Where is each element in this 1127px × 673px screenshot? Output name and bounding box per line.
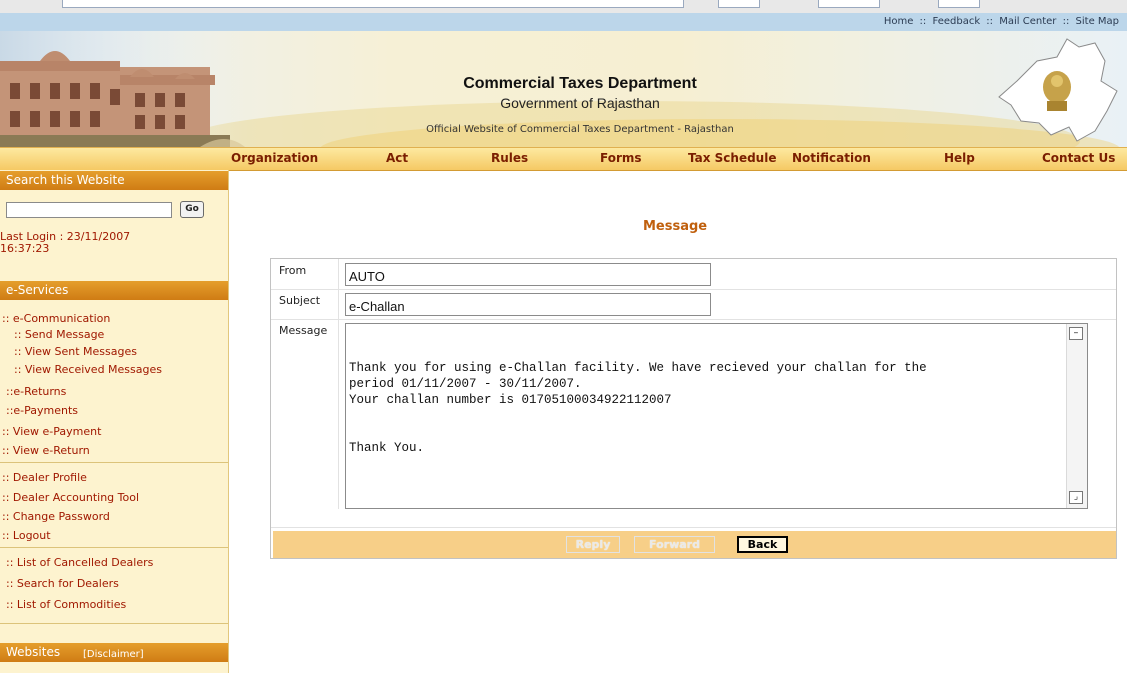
mail-center-link[interactable]: Mail Center <box>999 16 1056 27</box>
scroll-up-icon[interactable]: – <box>1069 327 1083 340</box>
nav-notification[interactable]: Notification <box>792 151 871 165</box>
from-field[interactable]: AUTO <box>345 263 711 286</box>
sidebar-item-view-sent-messages[interactable]: :: View Sent Messages <box>14 345 137 358</box>
sidebar-item-logout[interactable]: :: Logout <box>2 529 51 542</box>
top-links-bar: Home :: Feedback :: Mail Center :: Site … <box>0 13 1127 31</box>
from-label: From <box>279 264 307 277</box>
eservices-heading-label: e-Services <box>6 283 69 297</box>
subject-field[interactable]: e-Challan <box>345 293 711 316</box>
subject-row: Subject e-Challan <box>271 289 1116 320</box>
page-tagline: Official Website of Commercial Taxes Dep… <box>426 124 734 135</box>
sidebar-item-view-e-return[interactable]: :: View e-Return <box>2 444 90 457</box>
nav-contact-us[interactable]: Contact Us <box>1042 151 1115 165</box>
nav-help[interactable]: Help <box>944 151 975 165</box>
nav-organization[interactable]: Organization <box>231 151 318 165</box>
toolbar-fragment <box>938 0 980 8</box>
message-title: Message <box>643 219 708 234</box>
sidebar-divider <box>0 462 228 463</box>
go-button[interactable]: Go <box>180 201 204 218</box>
message-form: From AUTO Subject e-Challan Message Than… <box>270 258 1117 559</box>
sidebar-item-dealer-profile[interactable]: :: Dealer Profile <box>2 471 87 484</box>
home-link[interactable]: Home <box>884 16 914 27</box>
search-heading-label: Search this Website <box>6 173 125 187</box>
nav-forms[interactable]: Forms <box>600 151 642 165</box>
last-login-time: 16:37:23 <box>0 242 50 255</box>
sidebar-item-dealer-accounting-tool[interactable]: :: Dealer Accounting Tool <box>2 491 139 504</box>
reply-button[interactable]: Reply <box>566 536 620 553</box>
address-bar-fragment[interactable] <box>62 0 684 8</box>
search-input[interactable] <box>6 202 172 218</box>
separator: :: <box>919 16 927 27</box>
scrollbar[interactable]: – ⌟ <box>1066 324 1087 508</box>
top-links: Home :: Feedback :: Mail Center :: Site … <box>884 16 1119 27</box>
message-label: Message <box>279 324 328 337</box>
sidebar-item-e-communication[interactable]: :: e-Communication <box>2 312 110 325</box>
header-banner: Commercial Taxes Department Government o… <box>0 31 1127 147</box>
sidebar-divider <box>0 623 228 624</box>
sidebar-item-commodities[interactable]: :: List of Commodities <box>6 598 126 611</box>
forward-button[interactable]: Forward <box>634 536 715 553</box>
subject-label: Subject <box>279 294 321 307</box>
nav-tax-schedule[interactable]: Tax Schedule <box>688 151 776 165</box>
sidebar-item-change-password[interactable]: :: Change Password <box>2 510 110 523</box>
page-title: Commercial Taxes Department <box>463 75 697 92</box>
sidebar: Search this Website Go Last Login : 23/1… <box>0 170 229 673</box>
sidebar-item-cancelled-dealers[interactable]: :: List of Cancelled Dealers <box>6 556 153 569</box>
page-subtitle: Government of Rajasthan <box>500 95 660 111</box>
toolbar-fragment <box>718 0 760 8</box>
search-heading: Search this Website <box>0 171 228 190</box>
sidebar-item-e-returns[interactable]: ::e-Returns <box>6 385 66 398</box>
websites-heading-label: Websites <box>6 645 61 659</box>
sidebar-divider <box>0 547 228 548</box>
sidebar-item-view-e-payment[interactable]: :: View e-Payment <box>2 425 101 438</box>
message-body[interactable]: Thank you for using e-Challan facility. … <box>345 323 1088 509</box>
back-button[interactable]: Back <box>737 536 788 553</box>
disclaimer-link[interactable]: [Disclaimer] <box>83 649 144 660</box>
sidebar-item-send-message[interactable]: :: Send Message <box>14 328 104 341</box>
action-bar: Reply Forward Back <box>273 531 1116 558</box>
main-nav: Organization Act Rules Forms Tax Schedul… <box>0 147 1127 171</box>
toolbar-fragment <box>818 0 880 8</box>
spacer-row <box>271 509 1116 528</box>
eservices-heading: e-Services <box>0 281 228 300</box>
from-row: From AUTO <box>271 259 1116 290</box>
scroll-corner-icon[interactable]: ⌟ <box>1069 491 1083 504</box>
sidebar-item-search-dealers[interactable]: :: Search for Dealers <box>6 577 119 590</box>
browser-toolbar-strip <box>0 0 1127 14</box>
nav-act[interactable]: Act <box>386 151 408 165</box>
message-body-text: Thank you for using e-Challan facility. … <box>349 361 927 455</box>
separator: :: <box>1062 16 1070 27</box>
site-map-link[interactable]: Site Map <box>1076 16 1119 27</box>
sidebar-item-view-received-messages[interactable]: :: View Received Messages <box>14 363 162 376</box>
nav-rules[interactable]: Rules <box>491 151 528 165</box>
sidebar-item-e-payments[interactable]: ::e-Payments <box>6 404 78 417</box>
feedback-link[interactable]: Feedback <box>932 16 980 27</box>
separator: :: <box>986 16 994 27</box>
